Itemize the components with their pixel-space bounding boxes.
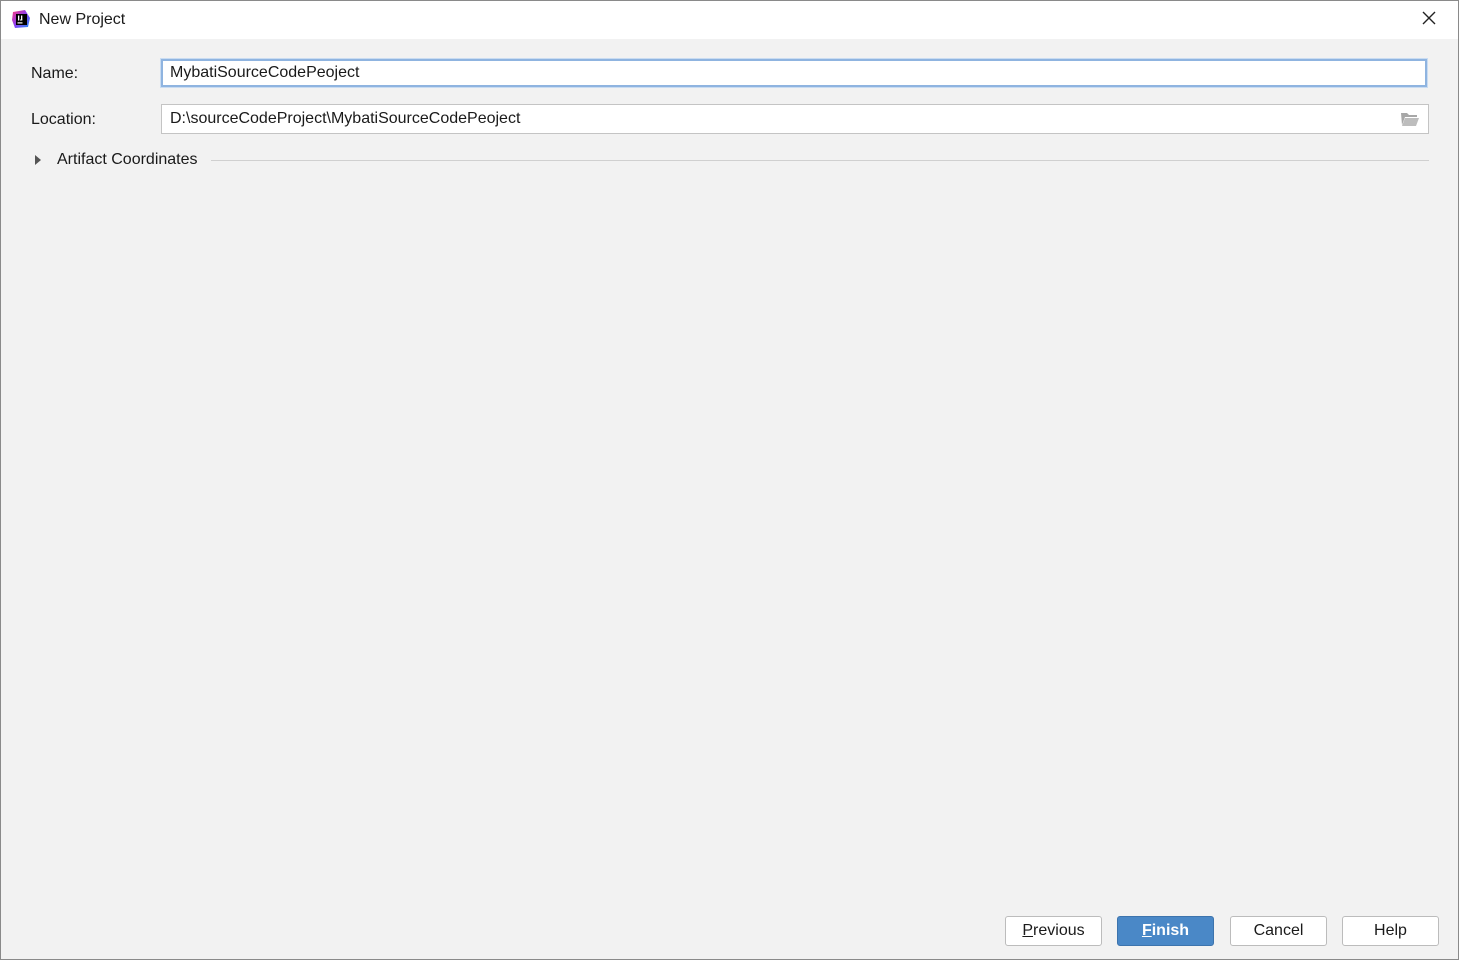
title-bar: New Project bbox=[1, 1, 1458, 39]
folder-open-icon[interactable] bbox=[1400, 110, 1422, 128]
project-name-input[interactable] bbox=[161, 59, 1427, 87]
previous-button[interactable]: Previous bbox=[1005, 916, 1102, 946]
close-button[interactable] bbox=[1400, 1, 1458, 39]
window-title: New Project bbox=[39, 11, 126, 28]
location-field bbox=[161, 104, 1429, 134]
new-project-dialog: New Project Name: Location: Artifact Coo… bbox=[0, 0, 1459, 960]
artifact-coordinates-section: Artifact Coordinates bbox=[35, 150, 1429, 172]
close-icon bbox=[1422, 11, 1436, 30]
help-button-label: Help bbox=[1374, 922, 1407, 939]
location-label: Location: bbox=[31, 111, 96, 128]
artifact-coordinates-toggle[interactable]: Artifact Coordinates bbox=[57, 150, 198, 170]
project-location-input[interactable] bbox=[162, 105, 1406, 133]
intellij-idea-icon bbox=[11, 9, 31, 29]
finish-button[interactable]: Finish bbox=[1117, 916, 1214, 946]
help-button[interactable]: Help bbox=[1342, 916, 1439, 946]
finish-button-label: Finish bbox=[1141, 922, 1190, 939]
section-divider bbox=[211, 160, 1429, 161]
chevron-right-icon[interactable] bbox=[35, 155, 41, 165]
name-label: Name: bbox=[31, 65, 79, 82]
previous-button-label: Previous bbox=[1022, 922, 1085, 939]
cancel-button-label: Cancel bbox=[1253, 922, 1304, 939]
cancel-button[interactable]: Cancel bbox=[1230, 916, 1327, 946]
